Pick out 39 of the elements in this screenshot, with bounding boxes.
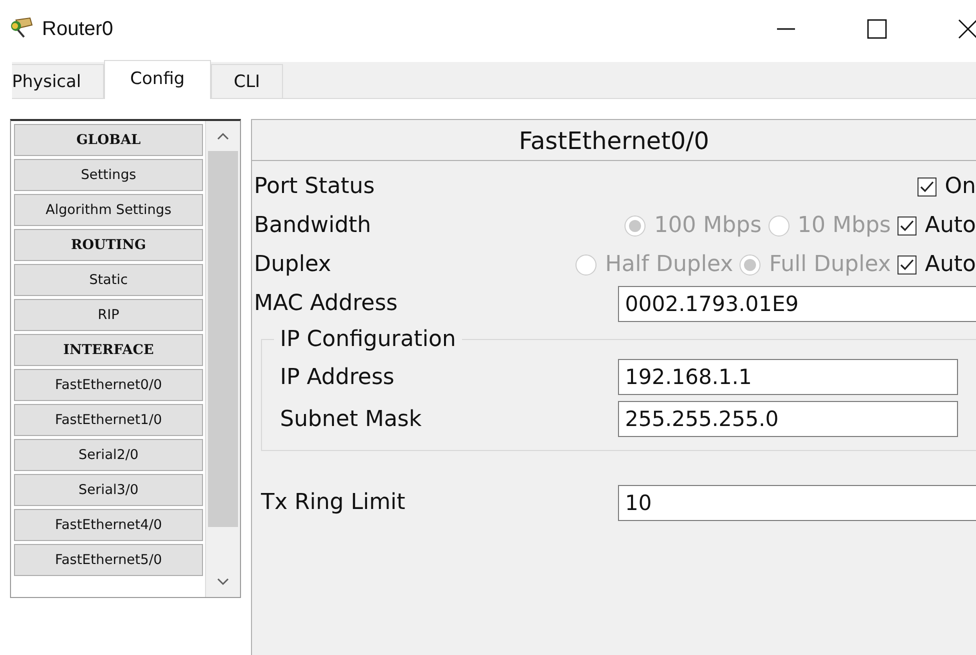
panel-title: FastEthernet0/0 <box>252 120 976 161</box>
sidebar-item[interactable]: FastEthernet5/0 <box>14 544 203 576</box>
text-field[interactable]: 255.255.255.0 <box>618 401 958 437</box>
scroll-up-icon[interactable] <box>216 131 230 141</box>
sidebar-item[interactable]: Static <box>14 264 203 296</box>
group-title: IP Configuration <box>279 327 457 352</box>
scroll-down-icon[interactable] <box>216 577 230 587</box>
section-header[interactable]: GLOBAL <box>14 124 203 156</box>
sidebar-item[interactable]: Serial3/0 <box>14 474 203 506</box>
section-header[interactable]: ROUTING <box>14 229 203 261</box>
sidebar-item[interactable]: FastEthernet0/0 <box>14 369 203 401</box>
sidebar-item[interactable]: Serial2/0 <box>14 439 203 471</box>
checkbox[interactable]: On <box>916 174 976 199</box>
tab[interactable]: Config <box>104 60 211 99</box>
window-title: Router0 <box>42 18 114 40</box>
field-label: Port Status <box>254 174 375 199</box>
field-label: Subnet Mask <box>280 406 422 432</box>
close-icon[interactable] <box>958 19 976 39</box>
field-label: Bandwidth <box>254 213 372 238</box>
checkbox-icon[interactable] <box>916 176 937 196</box>
sidebar-item[interactable]: Settings <box>14 159 203 191</box>
scrollbar[interactable] <box>205 121 240 597</box>
tab[interactable]: CLI <box>210 64 284 98</box>
tab[interactable]: Physical <box>12 64 104 98</box>
router-icon <box>10 17 34 39</box>
field-label: IP Address <box>280 364 394 390</box>
mac-address-field[interactable]: 0002.1793.01E9 <box>618 286 976 322</box>
scrollbar-thumb[interactable] <box>208 151 238 527</box>
field-label: Tx Ring Limit <box>261 490 406 515</box>
sidebar-item[interactable]: FastEthernet4/0 <box>14 509 203 541</box>
section-header[interactable]: INTERFACE <box>14 334 203 366</box>
field-label: Duplex <box>254 252 332 277</box>
sidebar-item[interactable]: Algorithm Settings <box>14 194 203 226</box>
tx-ring-limit-field[interactable]: 10 <box>618 484 976 520</box>
sidebar-item[interactable]: FastEthernet1/0 <box>14 404 203 436</box>
maximize-icon[interactable] <box>867 19 887 39</box>
sidebar-item[interactable]: RIP <box>14 299 203 331</box>
text-field[interactable]: 192.168.1.1 <box>618 359 958 395</box>
field-label: MAC Address <box>254 291 398 316</box>
